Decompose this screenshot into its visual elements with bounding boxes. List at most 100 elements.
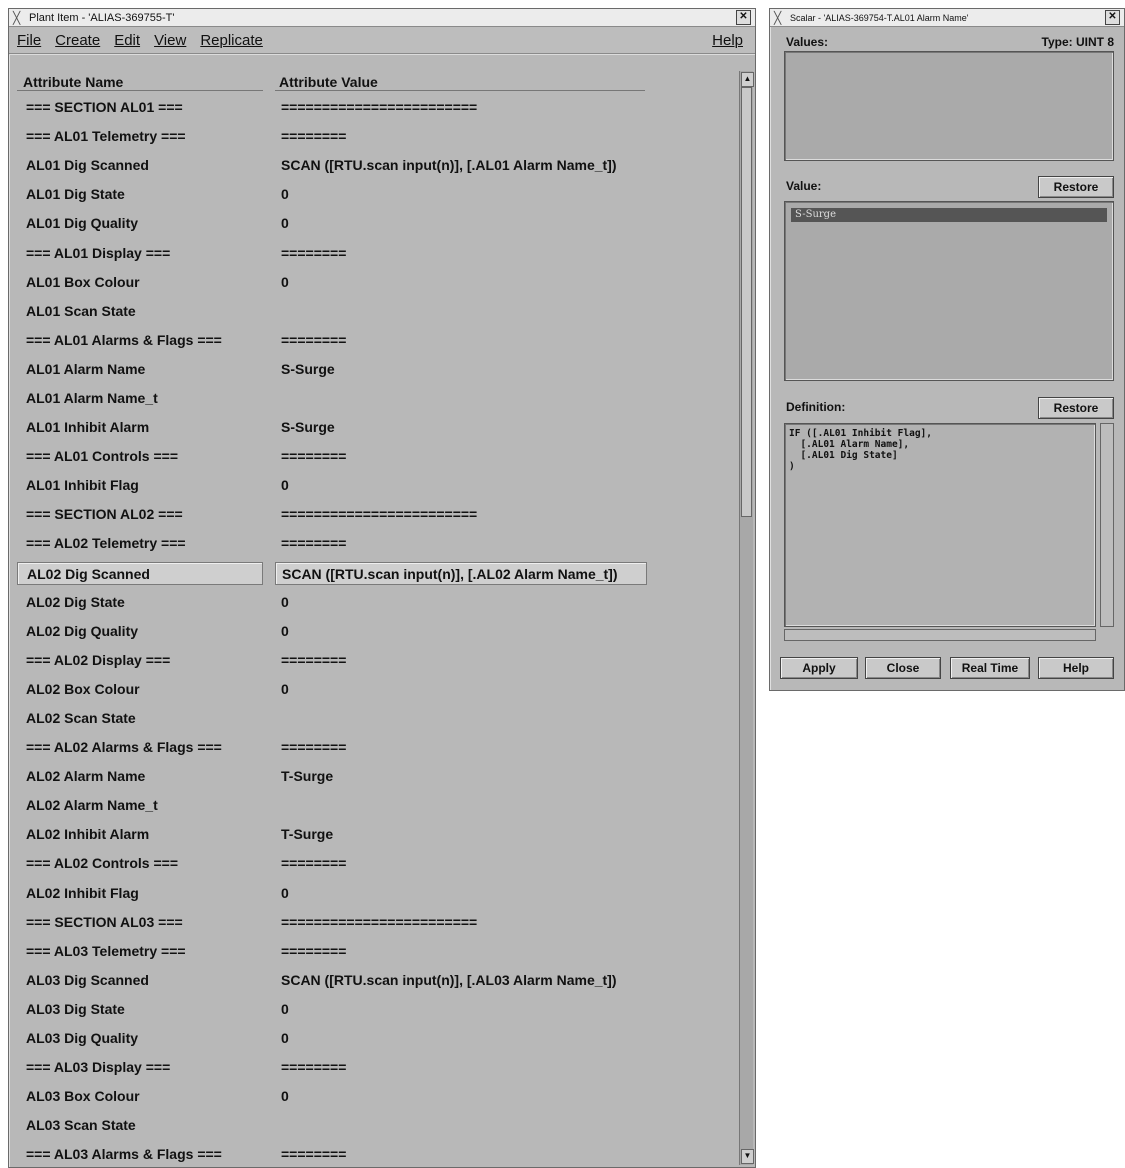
attribute-value[interactable]: 0 — [275, 998, 647, 1021]
attribute-value[interactable]: SCAN ([RTU.scan input(n)], [.AL01 Alarm … — [275, 154, 647, 177]
attribute-value[interactable]: 0 — [275, 1027, 647, 1050]
attribute-row[interactable]: === AL01 Telemetry === ======== — [17, 122, 735, 151]
attribute-name[interactable]: AL01 Box Colour — [17, 271, 263, 294]
attribute-value[interactable]: ======== — [275, 940, 647, 963]
attribute-value[interactable] — [275, 300, 647, 323]
attribute-row[interactable]: AL02 Dig Scanned SCAN ([RTU.scan input(n)… — [17, 559, 735, 588]
attribute-row[interactable]: AL02 Inhibit Flag 0 — [17, 879, 735, 908]
attribute-value[interactable]: 0 — [275, 1085, 647, 1108]
close-icon[interactable]: ✕ — [1105, 10, 1120, 25]
attribute-name[interactable]: AL02 Alarm Name_t — [17, 794, 263, 817]
attribute-value[interactable]: ======== — [275, 329, 647, 352]
attribute-row[interactable]: AL02 Scan State — [17, 704, 735, 733]
attribute-name[interactable]: AL02 Alarm Name — [17, 765, 263, 788]
attribute-row[interactable]: AL03 Box Colour 0 — [17, 1082, 735, 1111]
help-button[interactable]: Help — [1038, 657, 1114, 679]
attribute-value[interactable]: ======== — [275, 852, 647, 875]
attribute-name[interactable]: AL03 Dig State — [17, 998, 263, 1021]
attribute-value[interactable]: ======== — [275, 125, 647, 148]
attribute-value[interactable]: 0 — [275, 591, 647, 614]
attribute-value[interactable]: ======== — [275, 1056, 647, 1079]
scroll-up-icon[interactable]: ▲ — [741, 72, 754, 87]
attribute-row[interactable]: === SECTION AL03 === ====================… — [17, 908, 735, 937]
attribute-name[interactable]: === AL03 Telemetry === — [17, 940, 263, 963]
attribute-row[interactable]: AL02 Inhibit Alarm T-Surge — [17, 820, 735, 849]
close-icon[interactable]: ✕ — [736, 10, 751, 25]
attribute-name[interactable]: AL01 Inhibit Alarm — [17, 416, 263, 439]
attribute-row[interactable]: === AL02 Telemetry === ======== — [17, 529, 735, 558]
menu-help[interactable]: Help — [712, 32, 743, 49]
attribute-row[interactable]: AL03 Dig Quality 0 — [17, 1024, 735, 1053]
attribute-row[interactable]: === AL01 Display === ======== — [17, 238, 735, 267]
attribute-row[interactable]: AL01 Dig Scanned SCAN ([RTU.scan input(n)… — [17, 151, 735, 180]
attribute-row[interactable]: AL01 Scan State — [17, 297, 735, 326]
attribute-value[interactable]: ======== — [275, 242, 647, 265]
attribute-name[interactable]: AL02 Dig Quality — [17, 620, 263, 643]
attribute-row[interactable]: === AL02 Alarms & Flags === ======== — [17, 733, 735, 762]
attribute-name[interactable]: AL02 Dig Scanned — [17, 561, 263, 585]
attribute-value[interactable]: 0 — [275, 212, 647, 235]
scrollbar-thumb[interactable] — [741, 87, 752, 517]
attribute-row[interactable]: === AL03 Display === ======== — [17, 1053, 735, 1082]
attribute-value[interactable]: ======================== — [275, 503, 647, 526]
attribute-name[interactable]: === AL02 Telemetry === — [17, 532, 263, 555]
window-menu-icon[interactable]: ╳ — [774, 11, 790, 25]
attribute-row[interactable]: AL01 Inhibit Alarm S-Surge — [17, 413, 735, 442]
attribute-value[interactable]: 0 — [275, 474, 647, 497]
column-header-attribute-value[interactable]: Attribute Value — [275, 74, 645, 91]
attribute-name[interactable]: === SECTION AL02 === — [17, 503, 263, 526]
attribute-value[interactable]: ======================== — [275, 96, 647, 119]
attribute-name[interactable]: === AL02 Controls === — [17, 852, 263, 875]
attribute-value[interactable]: 0 — [275, 882, 647, 905]
attribute-row[interactable]: === AL01 Controls === ======== — [17, 442, 735, 471]
attribute-value[interactable] — [275, 387, 647, 410]
attribute-value[interactable] — [275, 707, 647, 730]
attribute-value[interactable]: T-Surge — [275, 823, 647, 846]
scroll-down-icon[interactable]: ▼ — [741, 1149, 754, 1164]
attribute-row[interactable]: AL02 Alarm Name_t — [17, 791, 735, 820]
attribute-row[interactable]: AL01 Dig Quality 0 — [17, 209, 735, 238]
attribute-row[interactable]: AL03 Scan State — [17, 1111, 735, 1140]
attribute-row[interactable]: === AL03 Telemetry === ======== — [17, 937, 735, 966]
attribute-row[interactable]: AL01 Inhibit Flag 0 — [17, 471, 735, 500]
attribute-value[interactable]: ======== — [275, 1143, 647, 1163]
attribute-value[interactable]: 0 — [275, 183, 647, 206]
attribute-name[interactable]: AL02 Inhibit Flag — [17, 882, 263, 905]
definition-restore-button[interactable]: Restore — [1038, 397, 1114, 419]
attribute-name[interactable]: AL03 Dig Scanned — [17, 969, 263, 992]
attribute-value[interactable]: ======== — [275, 445, 647, 468]
attribute-name[interactable]: AL02 Dig State — [17, 591, 263, 614]
attribute-name[interactable]: AL03 Box Colour — [17, 1085, 263, 1108]
attribute-value[interactable] — [275, 794, 647, 817]
attribute-row[interactable]: AL01 Box Colour 0 — [17, 268, 735, 297]
attribute-row[interactable]: AL02 Box Colour 0 — [17, 675, 735, 704]
attribute-name[interactable]: AL01 Dig Scanned — [17, 154, 263, 177]
attribute-value[interactable]: 0 — [275, 620, 647, 643]
menu-file[interactable]: File — [17, 32, 41, 49]
apply-button[interactable]: Apply — [780, 657, 858, 679]
scalar-titlebar[interactable]: ╳ Scalar - 'ALIAS-369754-T.AL01 Alarm Na… — [770, 9, 1124, 27]
plant-item-titlebar[interactable]: ╳ Plant Item - 'ALIAS-369755-T' ✕ — [9, 9, 755, 27]
attribute-row[interactable]: === AL02 Controls === ======== — [17, 849, 735, 878]
definition-horizontal-scrollbar[interactable] — [784, 629, 1096, 641]
attribute-name[interactable]: AL01 Alarm Name_t — [17, 387, 263, 410]
attribute-row[interactable]: AL03 Dig Scanned SCAN ([RTU.scan input(n)… — [17, 966, 735, 995]
attribute-row[interactable]: AL02 Alarm Name T-Surge — [17, 762, 735, 791]
attribute-name[interactable]: === AL03 Display === — [17, 1056, 263, 1079]
attribute-name[interactable]: AL02 Scan State — [17, 707, 263, 730]
attribute-row[interactable]: === AL02 Display === ======== — [17, 646, 735, 675]
attribute-name[interactable]: === AL01 Telemetry === — [17, 125, 263, 148]
attribute-value[interactable]: S-Surge — [275, 416, 647, 439]
attribute-row[interactable]: AL02 Dig State 0 — [17, 588, 735, 617]
attribute-value[interactable]: SCAN ([RTU.scan input(n)], [.AL02 Alarm … — [275, 561, 647, 585]
values-list[interactable] — [784, 51, 1114, 161]
attribute-name[interactable]: AL01 Dig Quality — [17, 212, 263, 235]
attribute-row[interactable]: === AL03 Alarms & Flags === ======== — [17, 1140, 735, 1163]
attribute-value[interactable]: 0 — [275, 678, 647, 701]
attribute-value[interactable]: ======== — [275, 649, 647, 672]
attribute-name[interactable]: === AL01 Alarms & Flags === — [17, 329, 263, 352]
definition-vertical-scrollbar[interactable] — [1100, 423, 1114, 627]
attribute-name[interactable]: === AL01 Display === — [17, 242, 263, 265]
menu-replicate[interactable]: Replicate — [200, 32, 263, 49]
attribute-row[interactable]: === SECTION AL02 === ====================… — [17, 500, 735, 529]
